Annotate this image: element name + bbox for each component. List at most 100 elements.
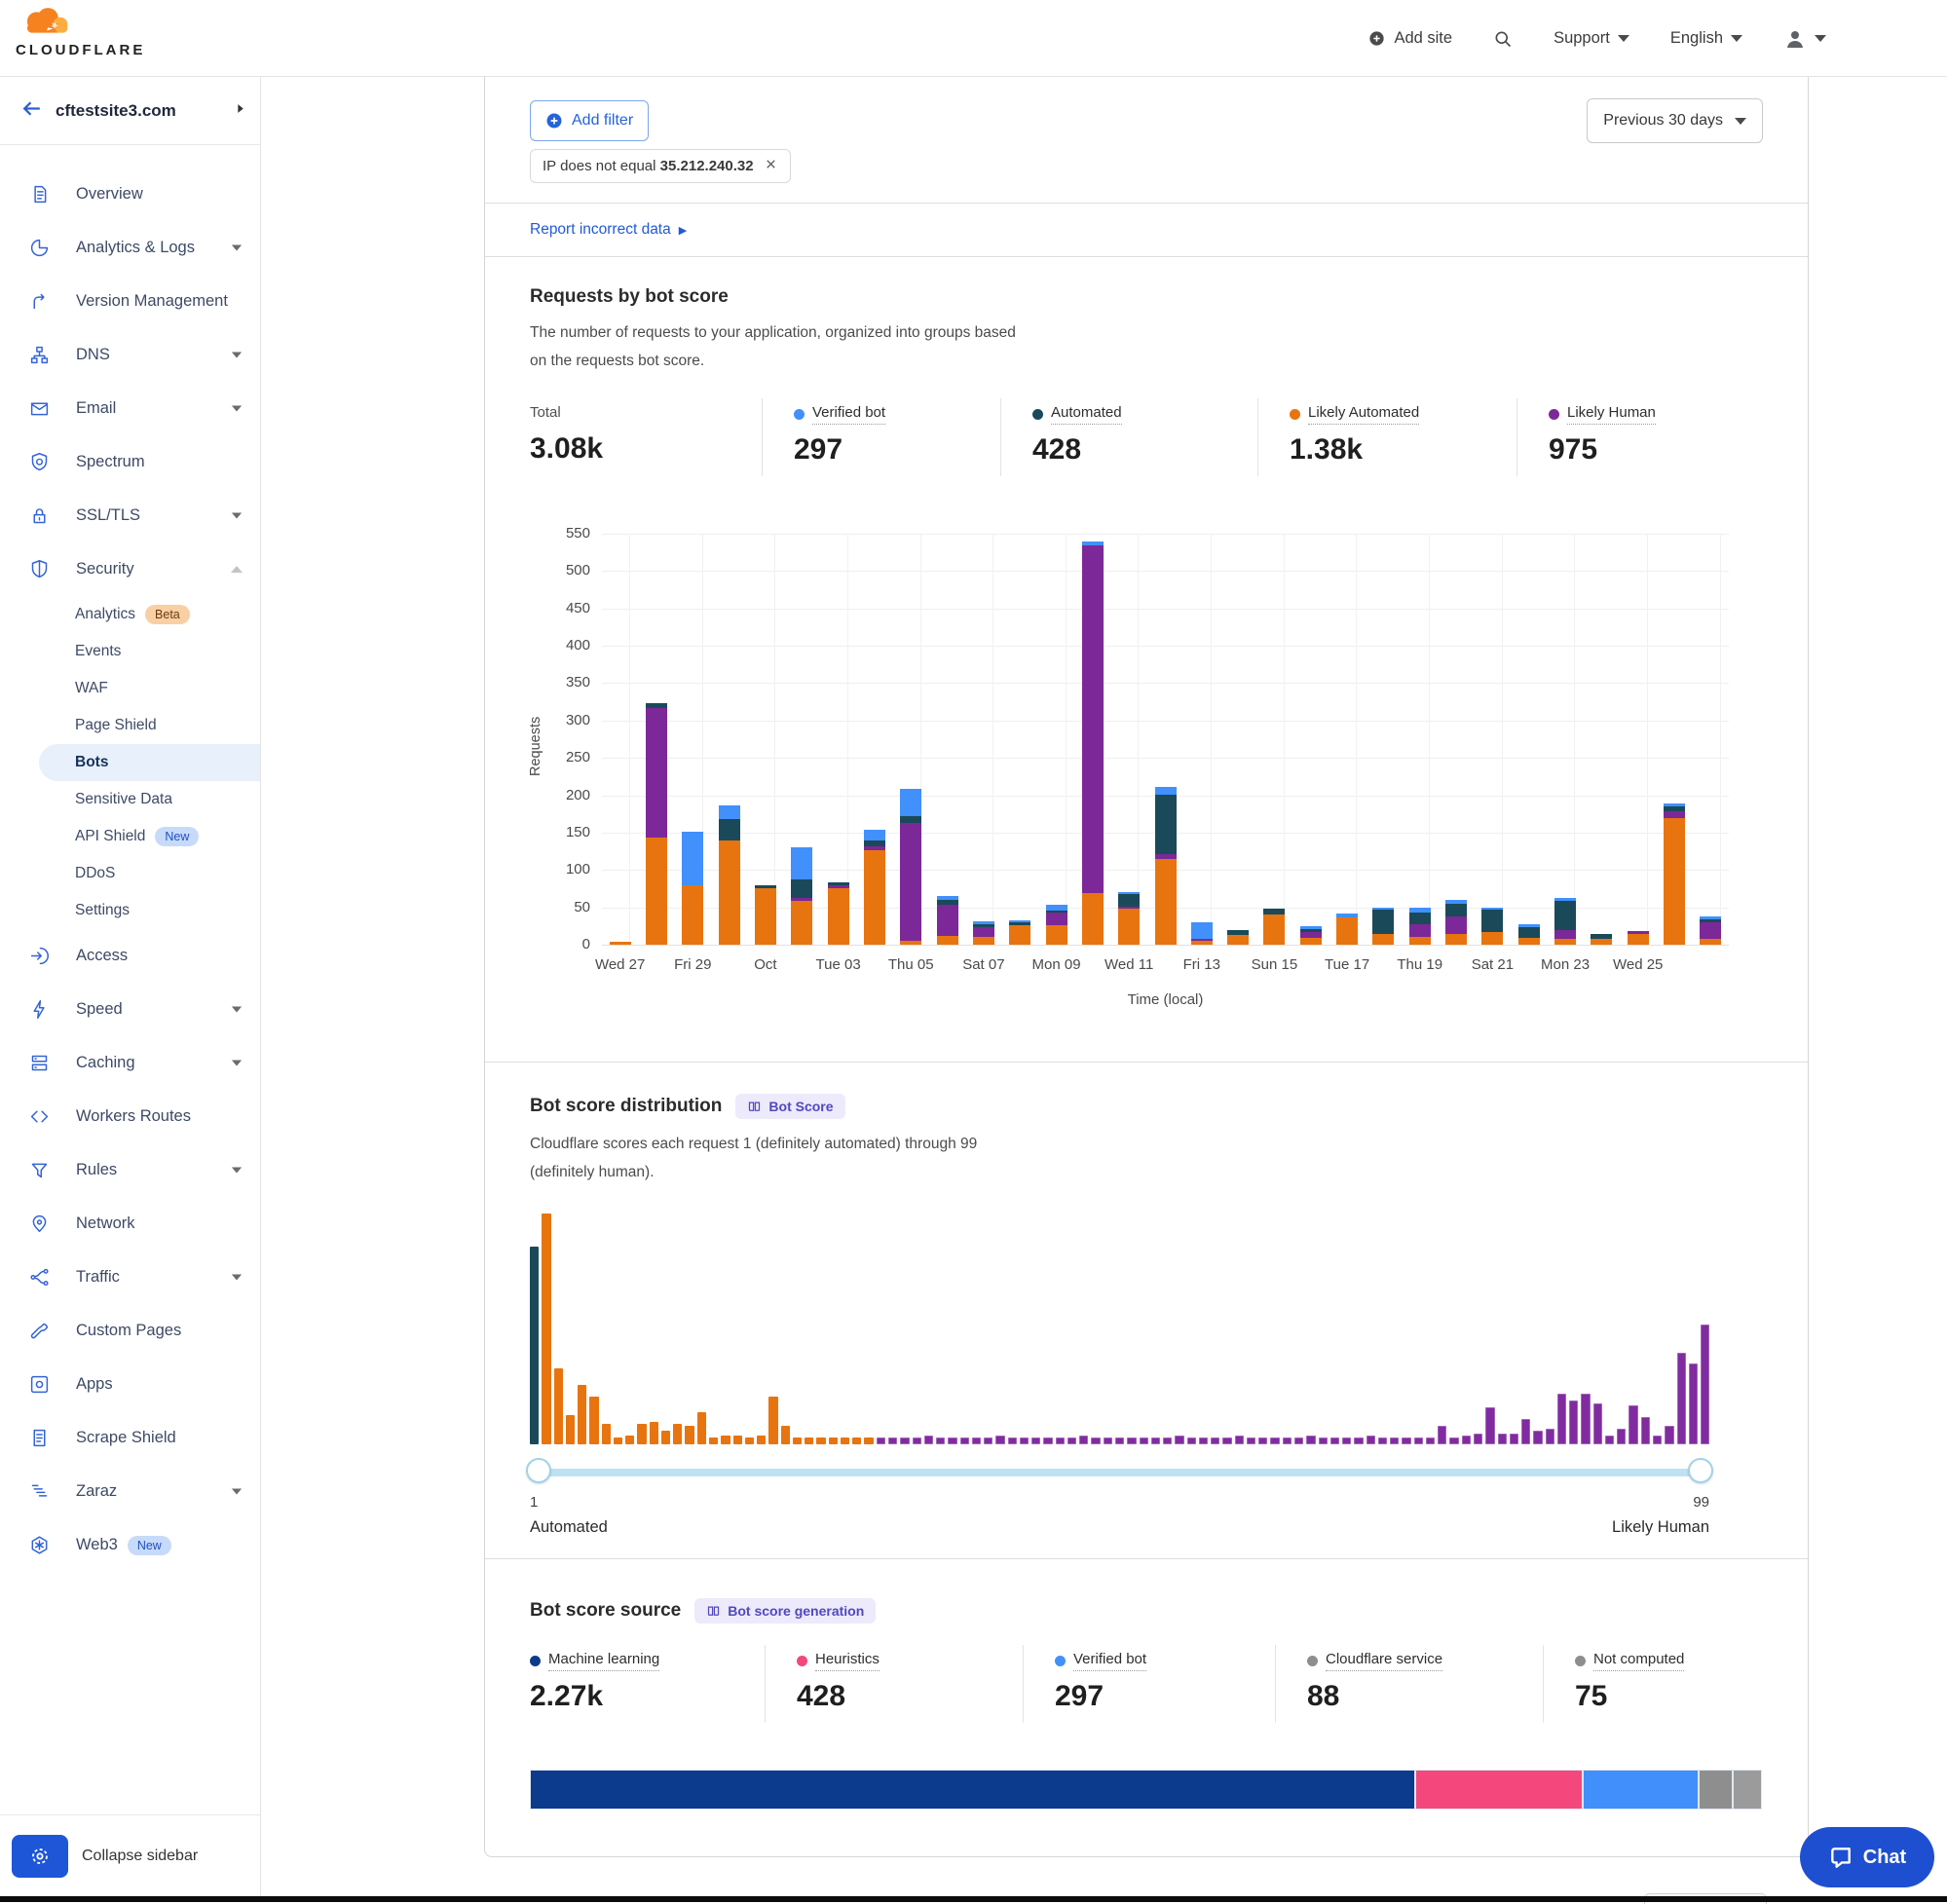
report-incorrect-data-link[interactable]: Report incorrect data▶ (530, 221, 687, 239)
stacked-bar[interactable] (755, 534, 776, 945)
histogram-bar[interactable] (530, 1247, 539, 1445)
histogram-bar[interactable] (1163, 1437, 1172, 1444)
slider-handle-max[interactable] (1688, 1458, 1713, 1483)
stacked-bar[interactable] (828, 534, 849, 945)
sidebar-item-overview[interactable]: Overview (0, 168, 260, 221)
histogram-bar[interactable] (650, 1422, 658, 1445)
histogram-bar[interactable] (1235, 1436, 1244, 1444)
histogram-bar[interactable] (1031, 1437, 1040, 1444)
stacked-bar[interactable] (1082, 534, 1104, 945)
histogram-bar[interactable] (614, 1437, 622, 1444)
histogram-bar[interactable] (829, 1437, 838, 1444)
sidebar-item-web3[interactable]: Web3New (0, 1518, 260, 1572)
histogram-bar[interactable] (924, 1436, 933, 1444)
sidebar-item-analytics-logs[interactable]: Analytics & Logs (0, 221, 260, 275)
histogram-bar[interactable] (995, 1436, 1004, 1444)
histogram-bar[interactable] (1485, 1407, 1494, 1444)
stacked-bar[interactable] (1628, 534, 1649, 945)
sidebar-item-bots[interactable]: Bots (39, 744, 260, 781)
histogram-bar[interactable] (1222, 1437, 1231, 1444)
sidebar-item-settings[interactable]: Settings (0, 892, 260, 929)
stacked-bar[interactable] (1372, 534, 1394, 945)
time-range-dropdown[interactable]: Previous 30 days (1587, 98, 1763, 143)
histogram-bar[interactable] (936, 1437, 945, 1444)
histogram-bar[interactable] (864, 1437, 873, 1444)
search-button[interactable] (1493, 29, 1513, 49)
histogram-bar[interactable] (1354, 1437, 1363, 1444)
histogram-bar[interactable] (566, 1415, 575, 1445)
sidebar-item-sensitive-data[interactable]: Sensitive Data (0, 781, 260, 818)
stacked-bar[interactable] (1300, 534, 1322, 945)
histogram-bar[interactable] (578, 1385, 586, 1445)
histogram-bar[interactable] (757, 1436, 766, 1444)
sidebar-item-security[interactable]: Security (0, 542, 260, 596)
histogram-bar[interactable] (948, 1437, 956, 1444)
sidebar-item-caching[interactable]: Caching (0, 1036, 260, 1090)
histogram-bar[interactable] (816, 1437, 825, 1444)
sidebar-item-rules[interactable]: Rules (0, 1143, 260, 1197)
histogram-bar[interactable] (793, 1437, 802, 1444)
histogram-bar[interactable] (1546, 1429, 1554, 1445)
histogram-bar[interactable] (1140, 1437, 1148, 1444)
sidebar-item-api-shield[interactable]: API ShieldNew (0, 818, 260, 855)
sidebar-item-events[interactable]: Events (0, 633, 260, 670)
histogram-bar[interactable] (733, 1436, 742, 1444)
site-switcher-button[interactable] (234, 102, 246, 120)
histogram-bar[interactable] (673, 1424, 682, 1444)
sidebar-item-scrape-shield[interactable]: Scrape Shield (0, 1411, 260, 1465)
stacked-bar[interactable] (791, 534, 812, 945)
histogram-bar[interactable] (1449, 1437, 1458, 1444)
stacked-bar[interactable] (973, 534, 994, 945)
stacked-bar[interactable] (610, 534, 631, 945)
sidebar-item-page-shield[interactable]: Page Shield (0, 707, 260, 744)
back-button[interactable] (19, 96, 44, 126)
histogram-bar[interactable] (1665, 1426, 1673, 1444)
histogram-bar[interactable] (1426, 1437, 1435, 1444)
chat-button[interactable]: Chat (1800, 1827, 1934, 1887)
sidebar-item-dns[interactable]: DNS (0, 328, 260, 382)
histogram-bar[interactable] (1342, 1437, 1351, 1444)
sidebar-item-spectrum[interactable]: Spectrum (0, 435, 260, 489)
sidebar-item-version-management[interactable]: Version Management (0, 275, 260, 328)
sidebar-item-ddos[interactable]: DDoS (0, 855, 260, 892)
histogram-bar[interactable] (1510, 1434, 1518, 1445)
histogram-bar[interactable] (1474, 1434, 1482, 1445)
stacked-bar[interactable] (1263, 534, 1285, 945)
histogram-bar[interactable] (1593, 1403, 1602, 1445)
sidebar-item-network[interactable]: Network (0, 1197, 260, 1251)
stacked-bar[interactable] (646, 534, 667, 945)
bot-score-badge[interactable]: Bot Score (735, 1094, 844, 1119)
histogram-bar[interactable] (542, 1213, 550, 1444)
bot-score-generation-badge[interactable]: Bot score generation (694, 1598, 876, 1624)
histogram-bar[interactable] (1306, 1436, 1315, 1444)
histogram-bar[interactable] (661, 1431, 670, 1444)
histogram-bar[interactable] (1091, 1437, 1100, 1444)
histogram-bar[interactable] (852, 1437, 861, 1444)
stacked-bar[interactable] (1518, 534, 1540, 945)
stacked-bar[interactable] (1481, 534, 1503, 945)
histogram-bar[interactable] (1020, 1437, 1029, 1444)
histogram-bar[interactable] (1689, 1363, 1698, 1444)
histogram-bar[interactable] (697, 1412, 706, 1444)
histogram-bar[interactable] (625, 1436, 634, 1444)
histogram-bar[interactable] (1438, 1426, 1446, 1444)
histogram-bar[interactable] (960, 1437, 969, 1444)
histogram-bar[interactable] (900, 1437, 909, 1444)
histogram-bar[interactable] (1258, 1437, 1267, 1444)
support-menu[interactable]: Support (1554, 29, 1629, 48)
histogram-bar[interactable] (1104, 1437, 1112, 1444)
histogram-bar[interactable] (1187, 1437, 1196, 1444)
histogram-bar[interactable] (781, 1426, 790, 1444)
histogram-bar[interactable] (1367, 1436, 1375, 1444)
stacked-bar[interactable] (1664, 534, 1685, 945)
histogram-bar[interactable] (768, 1397, 777, 1445)
sidebar-item-workers-routes[interactable]: Workers Routes (0, 1090, 260, 1143)
histogram-bar[interactable] (913, 1437, 921, 1444)
stacked-bar[interactable] (1700, 534, 1721, 945)
histogram-bar[interactable] (1605, 1436, 1614, 1444)
stacked-bar[interactable] (900, 534, 921, 945)
cloudflare-logo[interactable]: CLOUDFLARE (16, 6, 142, 58)
histogram-bar[interactable] (877, 1437, 885, 1444)
stacked-bar[interactable] (1191, 534, 1213, 945)
sidebar-item-access[interactable]: Access (0, 929, 260, 983)
